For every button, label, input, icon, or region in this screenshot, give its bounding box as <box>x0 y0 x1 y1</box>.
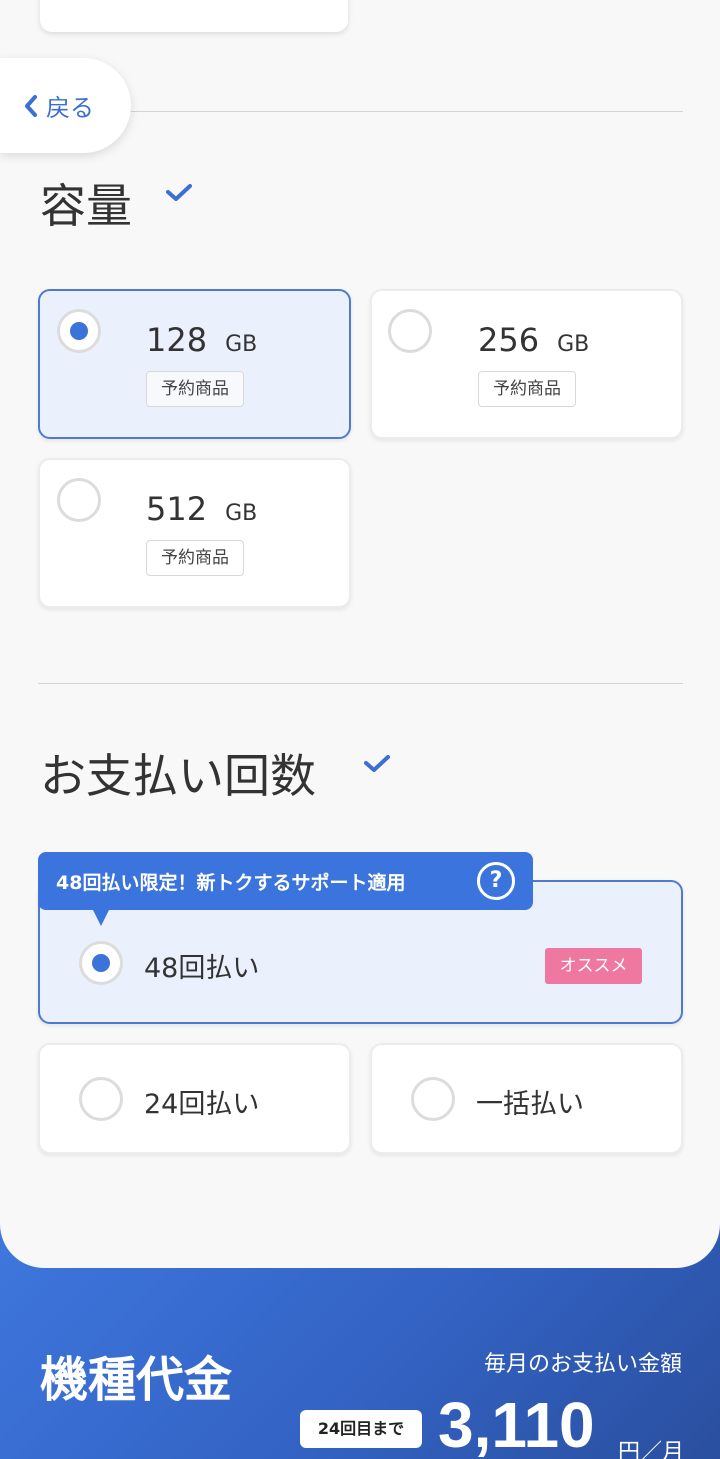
payment-label: 48回払い <box>144 953 260 984</box>
capacity-value: 512 GB <box>146 490 258 528</box>
divider <box>38 683 683 684</box>
payment-option-24[interactable]: 24回払い <box>38 1043 351 1154</box>
support-banner: 48回払い限定！新トクするサポート適用 ? <box>38 852 533 910</box>
monthly-label: 毎月のお支払い金額 <box>483 1352 682 1377</box>
capacity-title: 容量 <box>40 179 132 233</box>
previous-option-card[interactable] <box>40 0 348 32</box>
payment-radio[interactable] <box>411 1077 455 1121</box>
divider <box>38 111 683 112</box>
capacity-value: 128 GB <box>146 321 258 359</box>
capacity-value: 256 GB <box>478 321 590 359</box>
chevron-left-icon <box>25 94 37 117</box>
check-icon <box>364 755 390 772</box>
payment-label: 一括払い <box>476 1089 584 1120</box>
payment-radio[interactable] <box>79 941 123 985</box>
capacity-option-128[interactable]: 128 GB 予約商品 <box>38 289 351 439</box>
capacity-radio[interactable] <box>388 309 432 353</box>
reserve-tag: 予約商品 <box>146 371 244 407</box>
price-unit: 円／月 <box>618 1440 685 1459</box>
reserve-tag: 予約商品 <box>146 540 244 576</box>
until-badge: 24回目まで <box>300 1410 422 1448</box>
options-sheet: 容量 128 GB 予約商品 256 GB 予約商品 512 GB 予約商品 お支払い… <box>0 0 720 1268</box>
back-button[interactable]: 戻る <box>0 58 131 153</box>
support-banner-text: 48回払い限定！新トクするサポート適用 <box>56 871 406 894</box>
reserve-tag: 予約商品 <box>478 371 576 407</box>
payment-radio[interactable] <box>79 1077 123 1121</box>
price-title: 機種代金 <box>40 1352 233 1408</box>
back-label: 戻る <box>46 94 94 122</box>
capacity-option-512[interactable]: 512 GB 予約商品 <box>38 458 351 608</box>
banner-pointer <box>92 908 110 926</box>
check-icon <box>166 184 192 201</box>
payment-title: お支払い回数 <box>40 749 316 803</box>
capacity-radio[interactable] <box>57 309 101 353</box>
price-footer: 機種代金 毎月のお支払い金額 24回目まで 3,110 円／月 <box>0 1268 720 1459</box>
recommend-badge: オススメ <box>545 948 642 984</box>
monthly-price: 3,110 <box>438 1389 595 1459</box>
payment-option-lump-sum[interactable]: 一括払い <box>370 1043 683 1154</box>
capacity-option-256[interactable]: 256 GB 予約商品 <box>370 289 683 439</box>
question-circle-icon[interactable]: ? <box>477 862 515 900</box>
payment-label: 24回払い <box>144 1089 260 1120</box>
capacity-radio[interactable] <box>57 478 101 522</box>
